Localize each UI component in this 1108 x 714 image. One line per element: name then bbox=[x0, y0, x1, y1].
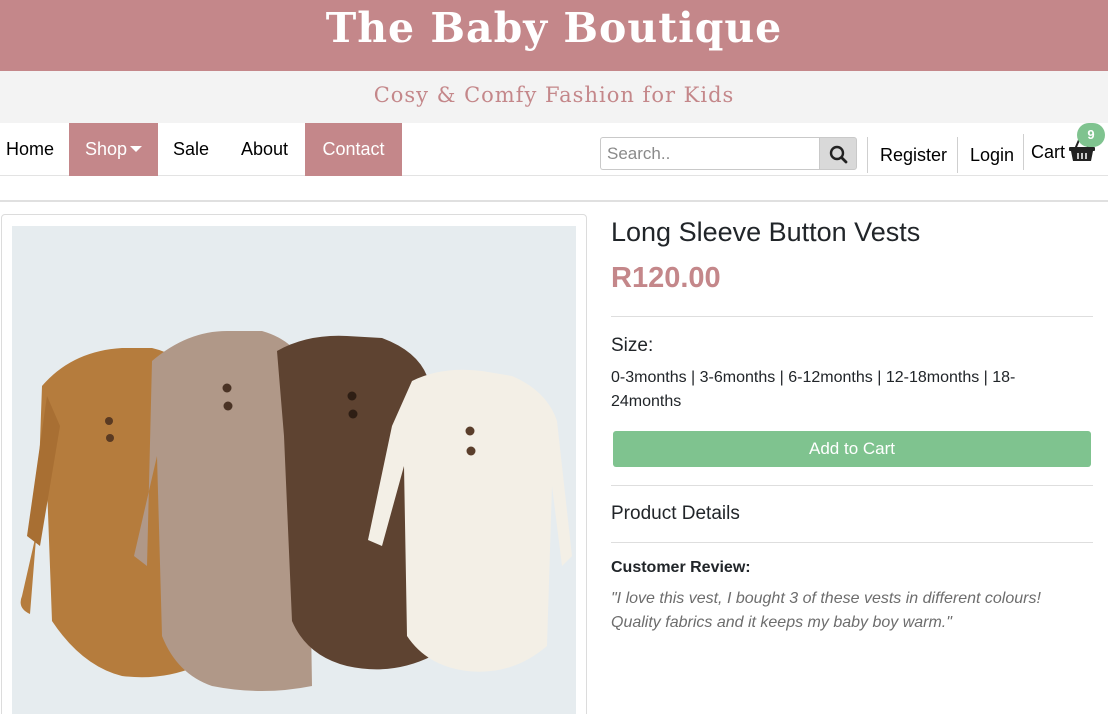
site-title[interactable]: The Baby Boutique bbox=[0, 0, 1108, 56]
review-text: "I love this vest, I bought 3 of these v… bbox=[611, 590, 1041, 631]
tagline-bar: Cosy & Comfy Fashion for Kids bbox=[0, 71, 1108, 123]
search-input[interactable] bbox=[600, 137, 819, 170]
site-tagline: Cosy & Comfy Fashion for Kids bbox=[373, 83, 735, 107]
nav-home-label: Home bbox=[6, 139, 55, 159]
nav-divider bbox=[867, 137, 868, 173]
register-link[interactable]: Register bbox=[880, 143, 947, 167]
nav-contact[interactable]: Contact bbox=[305, 123, 402, 176]
login-link[interactable]: Login bbox=[970, 143, 1014, 167]
divider bbox=[611, 316, 1093, 317]
product-price: R120.00 bbox=[611, 262, 721, 294]
nav-about[interactable]: About bbox=[224, 123, 305, 176]
site-header: The Baby Boutique bbox=[0, 0, 1108, 71]
nav-divider bbox=[957, 137, 958, 173]
product-details-toggle[interactable]: Product Details bbox=[611, 502, 740, 526]
nav-shop-label: Shop bbox=[84, 139, 128, 159]
cart-link[interactable]: Cart bbox=[1031, 140, 1065, 164]
add-to-cart-button[interactable]: Add to Cart bbox=[613, 431, 1091, 467]
review-label: Customer Review: bbox=[611, 559, 751, 576]
nav-about-label: About bbox=[240, 139, 289, 159]
divider bbox=[611, 485, 1093, 486]
nav-divider bbox=[1023, 134, 1024, 170]
nav-home[interactable]: Home bbox=[0, 123, 62, 176]
caret-down-icon bbox=[130, 145, 143, 152]
nav-sale[interactable]: Sale bbox=[158, 123, 224, 176]
product-title: Long Sleeve Button Vests bbox=[611, 217, 921, 247]
nav-shop-dropdown[interactable]: Shop bbox=[69, 123, 158, 176]
search-button[interactable] bbox=[819, 137, 857, 170]
search-icon bbox=[829, 145, 848, 164]
nav-sale-label: Sale bbox=[172, 139, 210, 159]
section-divider bbox=[0, 200, 1108, 202]
size-label: Size: bbox=[611, 335, 654, 356]
cart-count-badge: 9 bbox=[1077, 123, 1105, 147]
divider bbox=[611, 542, 1093, 543]
product-image bbox=[12, 226, 576, 714]
nav-contact-label: Contact bbox=[322, 139, 385, 159]
size-options: 0-3months | 3-6months | 6-12months | 12-… bbox=[611, 369, 1016, 410]
